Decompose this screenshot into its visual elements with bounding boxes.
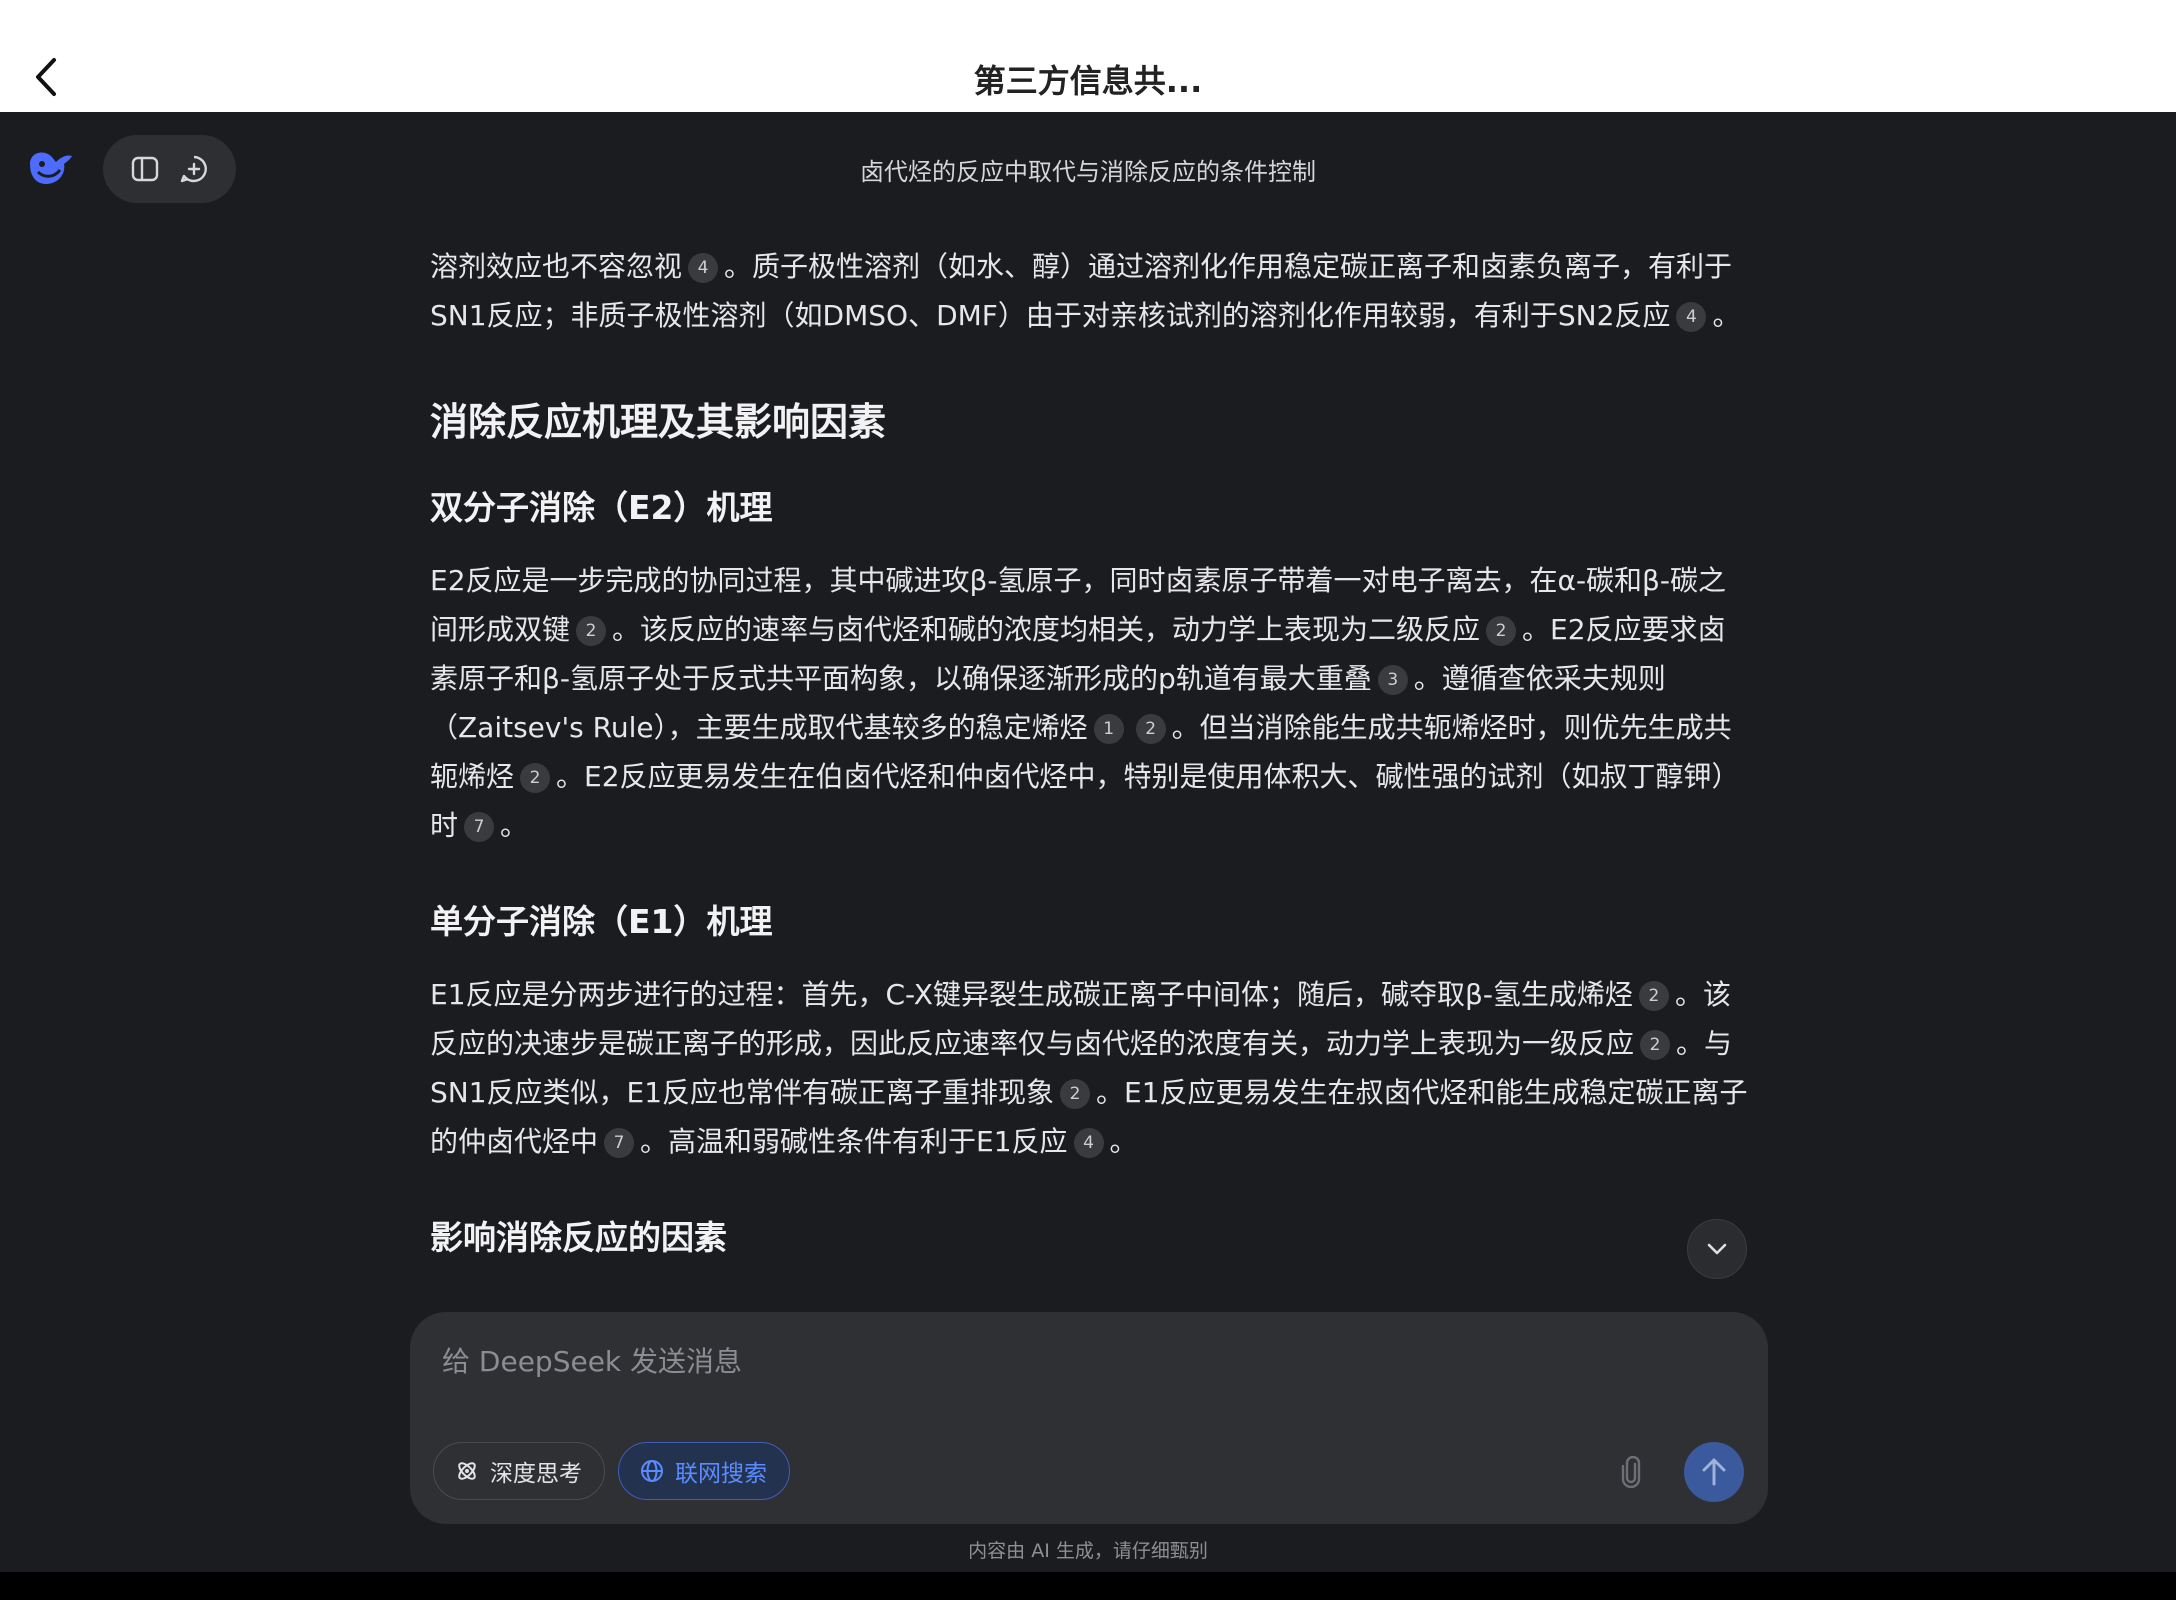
send-button[interactable] [1684,1442,1744,1502]
message-composer: 深度思考 联网搜索 [410,1312,1768,1524]
paragraph-e2: E2反应是一步完成的协同过程，其中碱进攻β-氢原子，同时卤素原子带着一对电子离去… [430,556,1750,850]
citation-badge[interactable]: 2 [576,616,607,646]
paragraph-text: 。 [1109,1125,1138,1158]
citation-badge[interactable]: 7 [604,1128,635,1158]
arrow-up-icon [1702,1458,1726,1486]
paragraph-text: 。 [500,809,529,842]
paragraph-text: 。 [1712,299,1741,332]
system-bottom-bar [0,1572,2176,1600]
citation-badge[interactable]: 2 [1060,1079,1091,1109]
heading-elimination: 消除反应机理及其影响因素 [430,400,887,444]
paragraph-solvent: 溶剂效应也不容忽视 4 。质子极性溶剂（如水、醇）通过溶剂化作用稳定碳正离子和卤素负… [430,242,1750,340]
deep-think-toggle[interactable]: 深度思考 [433,1442,605,1500]
message-input[interactable] [442,1336,1642,1386]
web-search-toggle[interactable]: 联网搜索 [618,1442,790,1500]
top-bar: 第三方信息共... [0,0,2176,112]
paragraph-text: 溶剂效应也不容忽视 [430,250,683,283]
chevron-down-icon [1707,1243,1727,1255]
citation-badge[interactable]: 2 [1640,1030,1671,1060]
atom-icon [454,1458,480,1484]
citation-badge[interactable]: 4 [1676,302,1707,332]
citation-badge[interactable]: 3 [1377,665,1408,695]
citation-badge[interactable]: 2 [1486,616,1517,646]
paperclip-icon [1621,1456,1641,1488]
paragraph-e1: E1反应是分两步进行的过程：首先，C-X键异裂生成碳正离子中间体；随后，碱夺取β… [430,970,1750,1166]
citation-badge[interactable]: 2 [1135,714,1166,744]
heading-e1: 单分子消除（E1）机理 [430,902,773,941]
deep-think-label: 深度思考 [490,1461,582,1487]
chat-app: 卤代烃的反应中取代与消除反应的条件控制 溶剂效应也不容忽视 4 。质子极性溶剂（如水… [0,112,2176,1572]
scroll-to-bottom-button[interactable] [1687,1219,1747,1279]
paragraph-text: E1反应是分两步进行的过程：首先，C-X键异裂生成碳正离子中间体；随后，碱夺取β… [430,978,1633,1011]
attach-button[interactable] [1615,1452,1647,1492]
paragraph-text: 。E2反应更易发生在伯卤代烃和仲卤代烃中，特别是使用体积大、碱性强的试剂（如叔丁… [430,760,1740,842]
citation-badge[interactable]: 4 [688,253,719,283]
globe-icon [639,1458,665,1484]
citation-badge[interactable]: 2 [520,763,551,793]
heading-e2: 双分子消除（E2）机理 [430,488,773,527]
citation-badge[interactable]: 7 [464,812,495,842]
citation-badge[interactable]: 1 [1093,714,1124,744]
citation-badge[interactable]: 2 [1638,981,1669,1011]
web-search-label: 联网搜索 [675,1461,767,1487]
citation-badge[interactable]: 4 [1073,1128,1104,1158]
paragraph-text: 。该反应的速率与卤代烃和碱的浓度均相关，动力学上表现为二级反应 [612,613,1481,646]
chat-title: 卤代烃的反应中取代与消除反应的条件控制 [860,158,1316,186]
heading-factors: 影响消除反应的因素 [430,1218,727,1257]
ai-disclaimer: 内容由 AI 生成，请仔细甄别 [968,1540,1208,1562]
paragraph-text: 。高温和弱碱性条件有利于E1反应 [640,1125,1068,1158]
assistant-message: 溶剂效应也不容忽视 4 。质子极性溶剂（如水、醇）通过溶剂化作用稳定碳正离子和卤素负… [430,242,1750,1286]
page-title: 第三方信息共... [973,62,1203,100]
